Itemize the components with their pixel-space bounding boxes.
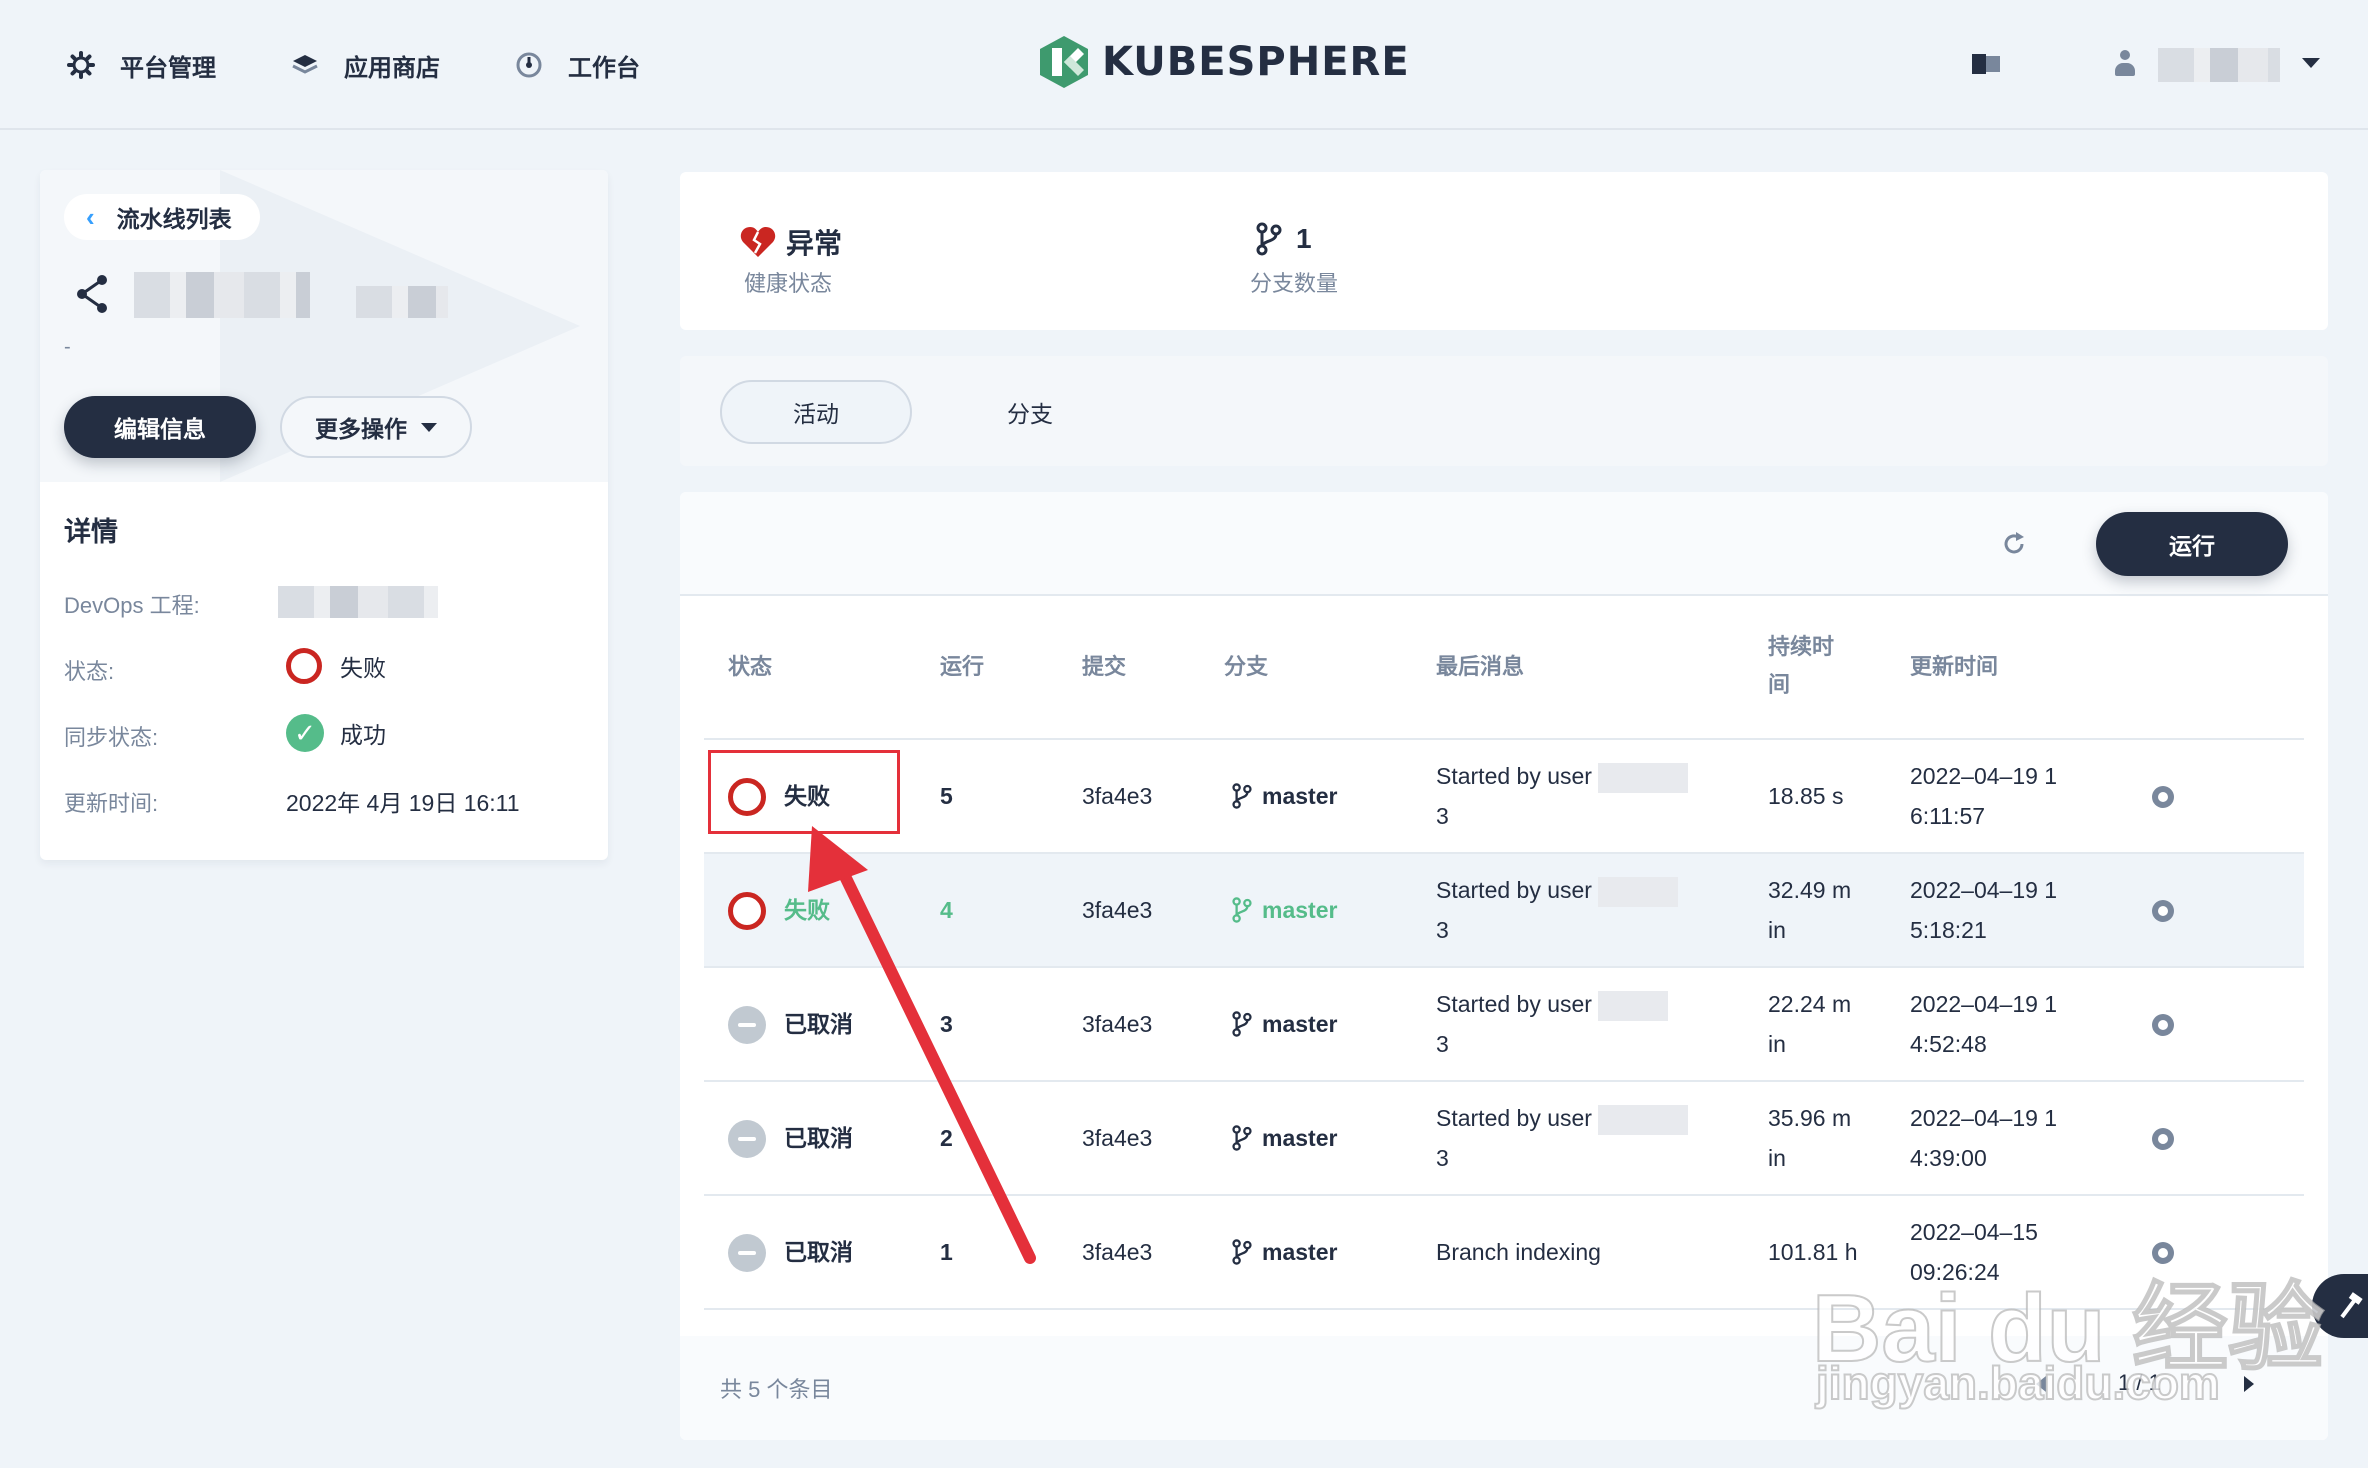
annotation-arrow-icon [808,826,1036,1264]
watermark-url: jingyan.baidu.com [1815,1356,2221,1410]
